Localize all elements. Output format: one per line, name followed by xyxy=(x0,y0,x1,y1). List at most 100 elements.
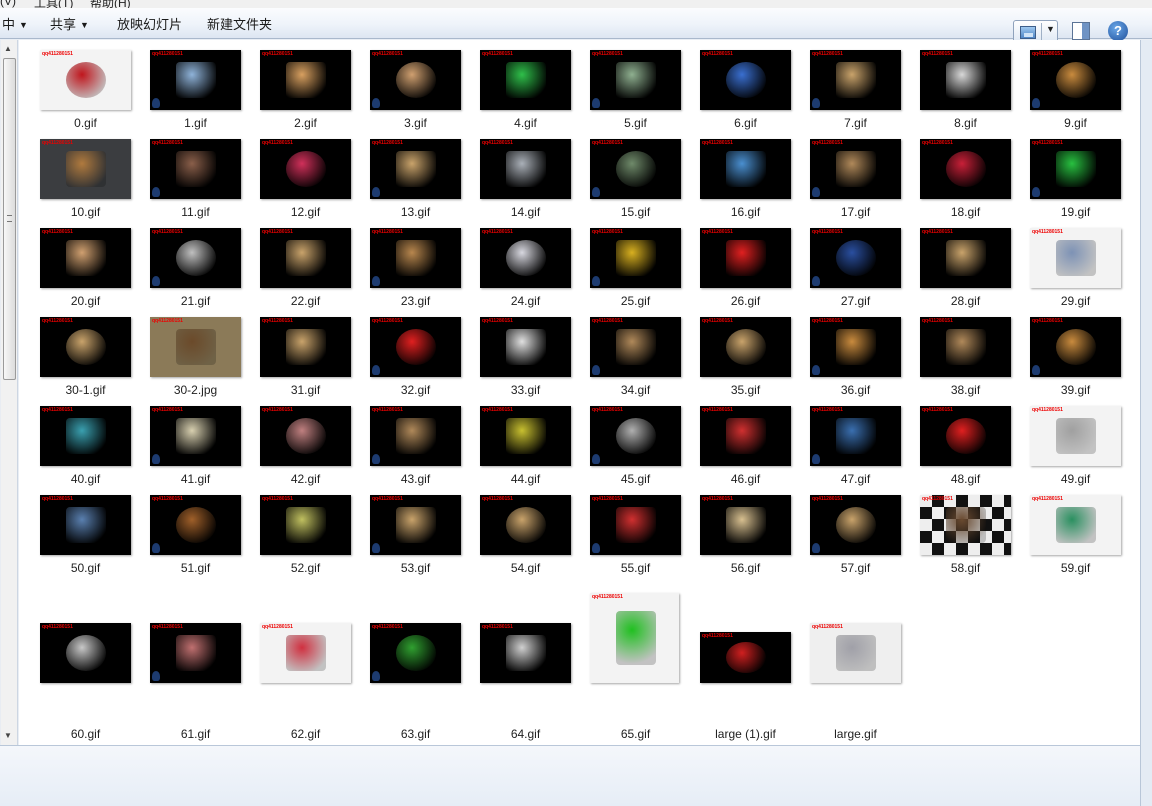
scroll-down-arrow-icon[interactable]: ▼ xyxy=(4,731,12,740)
file-thumbnail[interactable]: qq411280151 xyxy=(590,139,681,199)
file-list-view[interactable]: qq411280151 0.gif qq411280151 1.gif qq411280… xyxy=(19,40,1140,745)
file-name-label: 57.gif xyxy=(840,561,871,575)
file-thumbnail[interactable]: qq411280151 xyxy=(150,623,241,683)
file-thumbnail[interactable]: qq411280151 xyxy=(700,50,791,110)
file-thumbnail[interactable]: qq411280151 xyxy=(40,623,131,683)
file-thumbnail[interactable]: qq411280151 xyxy=(370,623,461,683)
watermark-text: qq411280151 xyxy=(482,51,513,57)
file-thumbnail[interactable]: qq411280151 xyxy=(700,139,791,199)
chevron-down-icon[interactable]: ▼ xyxy=(1046,24,1055,34)
help-icon[interactable]: ? xyxy=(1108,21,1128,41)
file-name-label: 45.gif xyxy=(620,472,651,486)
file-thumbnail[interactable]: qq411280151 xyxy=(480,50,571,110)
file-thumbnail[interactable]: qq411280151 xyxy=(370,495,461,555)
file-thumbnail[interactable]: qq411280151 xyxy=(1030,139,1121,199)
file-thumbnail[interactable]: qq411280151 xyxy=(700,317,791,377)
file-thumbnail[interactable]: qq411280151 xyxy=(40,406,131,466)
watermark-text: qq411280151 xyxy=(372,407,403,413)
file-thumbnail[interactable]: qq411280151 xyxy=(700,228,791,288)
file-thumbnail[interactable]: qq411280151 xyxy=(810,50,901,110)
file-thumbnail[interactable]: qq411280151 xyxy=(370,228,461,288)
file-thumbnail[interactable]: qq411280151 xyxy=(590,228,681,288)
menu-item-tools[interactable]: 工具(T) xyxy=(34,0,73,8)
decor-figure-icon xyxy=(372,365,380,375)
file-thumbnail[interactable]: qq411280151 xyxy=(700,632,791,683)
file-thumbnail[interactable]: qq411280151 xyxy=(150,406,241,466)
file-name-label: 31.gif xyxy=(290,383,321,397)
file-thumbnail[interactable]: qq411280151 xyxy=(260,623,351,683)
vertical-scrollbar[interactable]: ▲ ▼ xyxy=(1,40,17,745)
file-thumbnail[interactable]: qq411280151 xyxy=(260,228,351,288)
file-thumbnail[interactable]: qq411280151 xyxy=(480,139,571,199)
file-thumbnail[interactable]: qq411280151 xyxy=(150,139,241,199)
menu-item-view[interactable]: (V) xyxy=(0,0,16,8)
file-thumbnail[interactable]: qq411280151 xyxy=(920,50,1011,110)
file-thumbnail[interactable]: qq411280151 xyxy=(1030,50,1121,110)
file-thumbnail[interactable]: qq411280151 xyxy=(1030,495,1121,555)
watermark-text: qq411280151 xyxy=(1032,407,1063,413)
file-thumbnail[interactable]: qq411280151 xyxy=(260,317,351,377)
share-button[interactable]: 共享 ▼ xyxy=(50,16,89,34)
file-thumbnail[interactable]: qq411280151 xyxy=(40,495,131,555)
file-thumbnail[interactable]: qq411280151 xyxy=(480,228,571,288)
file-thumbnail[interactable]: qq411280151 xyxy=(40,50,131,110)
watermark-text: qq411280151 xyxy=(152,51,183,57)
file-thumbnail[interactable]: qq411280151 xyxy=(370,406,461,466)
file-thumbnail[interactable]: qq411280151 xyxy=(590,593,679,683)
file-thumbnail[interactable]: qq411280151 xyxy=(700,495,791,555)
menu-item-help[interactable]: 帮助(H) xyxy=(90,0,131,8)
file-thumbnail[interactable]: qq411280151 xyxy=(260,139,351,199)
file-thumbnail[interactable]: qq411280151 xyxy=(810,317,901,377)
file-thumbnail[interactable]: qq411280151 xyxy=(480,406,571,466)
file-thumbnail[interactable]: qq411280151 xyxy=(260,406,351,466)
file-thumbnail[interactable]: qq411280151 xyxy=(40,317,131,377)
file-thumbnail[interactable]: qq411280151 xyxy=(260,495,351,555)
file-thumbnail[interactable]: qq411280151 xyxy=(40,228,131,288)
watermark-text: qq411280151 xyxy=(262,140,293,146)
file-thumbnail[interactable]: qq411280151 xyxy=(920,406,1011,466)
file-name-label: 65.gif xyxy=(620,727,651,741)
watermark-text: qq411280151 xyxy=(42,51,73,57)
file-thumbnail[interactable]: qq411280151 xyxy=(370,317,461,377)
file-thumbnail[interactable]: qq411280151 xyxy=(1030,317,1121,377)
file-thumbnail[interactable]: qq411280151 xyxy=(810,406,901,466)
file-thumbnail[interactable]: qq411280151 xyxy=(590,50,681,110)
file-thumbnail[interactable]: qq411280151 xyxy=(1030,228,1121,288)
file-thumbnail[interactable]: qq411280151 xyxy=(150,317,241,377)
preview-pane-button[interactable] xyxy=(1072,22,1090,40)
file-thumbnail[interactable]: qq411280151 xyxy=(370,50,461,110)
file-thumbnail[interactable]: qq411280151 xyxy=(480,623,571,683)
file-thumbnail[interactable]: qq411280151 xyxy=(150,50,241,110)
file-thumbnail[interactable]: qq411280151 xyxy=(920,317,1011,377)
file-thumbnail[interactable]: qq411280151 xyxy=(920,139,1011,199)
file-name-label: 58.gif xyxy=(950,561,981,575)
file-thumbnail[interactable]: qq411280151 xyxy=(40,139,131,199)
file-thumbnail[interactable]: qq411280151 xyxy=(590,495,681,555)
file-name-label: 10.gif xyxy=(70,205,101,219)
thumbnail-picture-icon xyxy=(286,507,326,543)
file-thumbnail[interactable]: qq411280151 xyxy=(810,623,901,683)
file-thumbnail[interactable]: qq411280151 xyxy=(810,139,901,199)
file-thumbnail[interactable]: qq411280151 xyxy=(370,139,461,199)
file-thumbnail[interactable]: qq411280151 xyxy=(590,406,681,466)
file-thumbnail[interactable]: qq411280151 xyxy=(1030,406,1121,466)
file-name-label: 54.gif xyxy=(510,561,541,575)
file-thumbnail[interactable]: qq411280151 xyxy=(920,495,1011,555)
file-thumbnail[interactable]: qq411280151 xyxy=(150,228,241,288)
file-thumbnail[interactable]: qq411280151 xyxy=(810,228,901,288)
decor-figure-icon xyxy=(152,98,160,108)
scroll-up-arrow-icon[interactable]: ▲ xyxy=(4,44,12,53)
file-name-label: 46.gif xyxy=(730,472,761,486)
file-thumbnail[interactable]: qq411280151 xyxy=(480,317,571,377)
file-thumbnail[interactable]: qq411280151 xyxy=(260,50,351,110)
file-thumbnail[interactable]: qq411280151 xyxy=(700,406,791,466)
new-folder-button[interactable]: 新建文件夹 xyxy=(207,16,272,34)
slideshow-button[interactable]: 放映幻灯片 xyxy=(117,16,182,34)
file-thumbnail[interactable]: qq411280151 xyxy=(920,228,1011,288)
file-thumbnail[interactable]: qq411280151 xyxy=(150,495,241,555)
organize-button[interactable]: 中 ▼ xyxy=(2,16,28,34)
scrollbar-thumb[interactable] xyxy=(3,58,16,380)
file-thumbnail[interactable]: qq411280151 xyxy=(480,495,571,555)
file-thumbnail[interactable]: qq411280151 xyxy=(810,495,901,555)
file-thumbnail[interactable]: qq411280151 xyxy=(590,317,681,377)
